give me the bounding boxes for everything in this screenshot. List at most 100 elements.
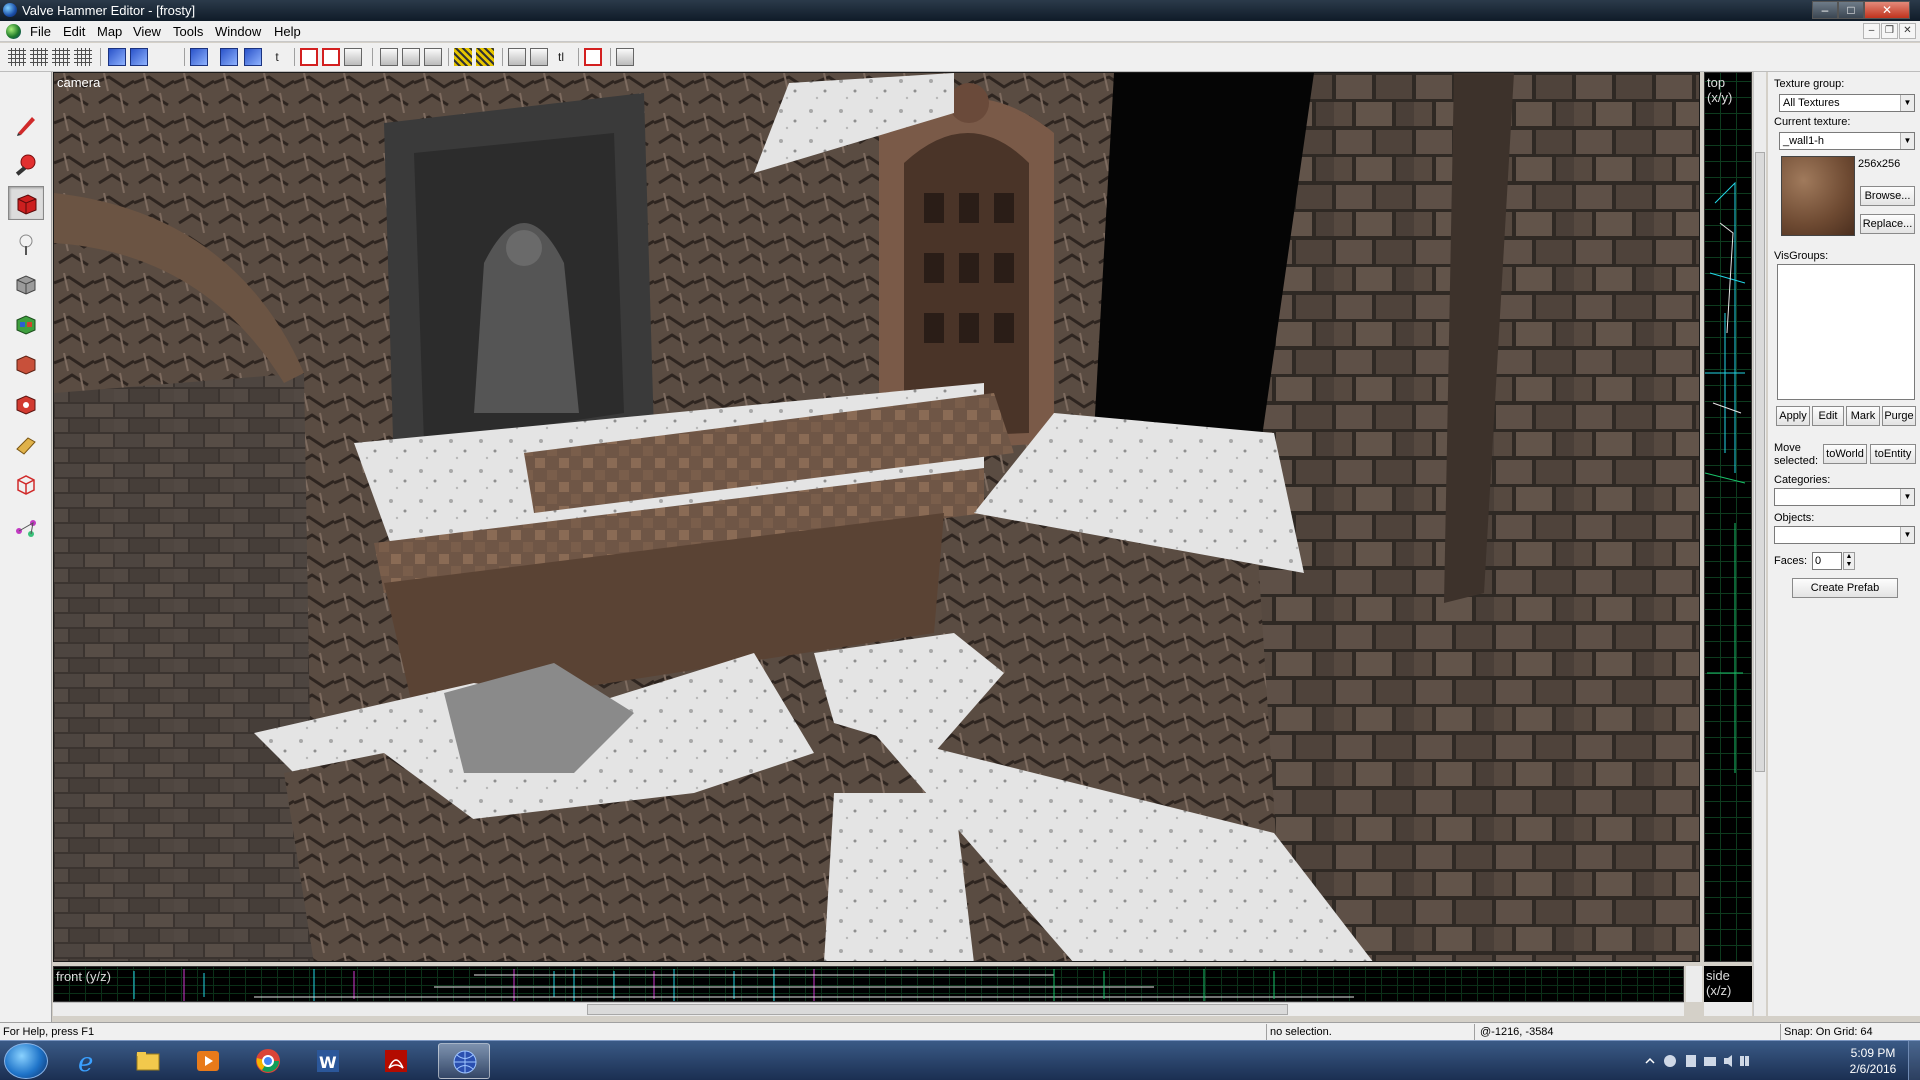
menu-window[interactable]: Window	[215, 24, 261, 39]
menu-help[interactable]: Help	[274, 24, 301, 39]
clock-date: 2/6/2016	[1849, 1062, 1897, 1076]
path-tool-button[interactable]	[8, 510, 44, 544]
redo-icon[interactable]	[322, 48, 340, 66]
mdi-minimize-button[interactable]: –	[1863, 23, 1880, 39]
move-selected-label-line2: selected:	[1774, 455, 1819, 467]
scrollbar-thumb[interactable]	[1755, 152, 1765, 772]
copy-selection-icon[interactable]	[402, 48, 420, 66]
check-map-icon[interactable]	[476, 48, 494, 66]
texture-lock-button[interactable]: t	[268, 48, 286, 66]
objects-dropdown[interactable]: ▼	[1774, 526, 1915, 544]
hide-objects-icon[interactable]	[190, 48, 208, 66]
window-maximize-button[interactable]: □	[1838, 1, 1864, 19]
undo-icon[interactable]	[300, 48, 318, 66]
visgroups-label: VisGroups:	[1774, 250, 1829, 262]
window-minimize-button[interactable]: –	[1812, 1, 1838, 19]
taskbar-acrobat[interactable]	[370, 1043, 422, 1079]
entity-report-icon[interactable]	[616, 48, 634, 66]
run-map-icon[interactable]	[584, 48, 602, 66]
select-box-icon[interactable]	[508, 48, 526, 66]
texture-lock-toggle[interactable]: tl	[552, 48, 570, 66]
camera-tool-button[interactable]	[8, 186, 44, 220]
show-desktop-button[interactable]	[1908, 1041, 1920, 1080]
texture-group-value: All Textures	[1783, 97, 1840, 109]
document-icon[interactable]	[6, 24, 21, 39]
faces-input[interactable]: 0	[1812, 552, 1842, 570]
main-toolbar: t tl	[0, 43, 1920, 72]
selection-tool-button[interactable]	[8, 108, 44, 142]
grid-toggle-icon[interactable]	[8, 48, 26, 66]
zoom-selection-icon[interactable]	[530, 48, 548, 66]
grid-3d-icon[interactable]	[30, 48, 48, 66]
faces-stepper[interactable]: ▲ ▼	[1843, 552, 1855, 570]
status-divider	[1780, 1024, 1781, 1040]
categories-dropdown[interactable]: ▼	[1774, 488, 1915, 506]
cut-icon[interactable]	[380, 48, 398, 66]
top-viewport[interactable]: top (x/y)	[1704, 72, 1752, 962]
side-view-horizontal-scrollbar[interactable]	[1704, 1002, 1752, 1016]
camera-viewport[interactable]: camera	[53, 72, 1700, 962]
browse-button[interactable]: Browse...	[1860, 186, 1915, 206]
vertex-tool-button[interactable]	[8, 468, 44, 502]
grid-larger-icon[interactable]	[74, 48, 92, 66]
front-view-horizontal-scrollbar[interactable]	[53, 1002, 1684, 1016]
window-close-button[interactable]: ✕	[1864, 1, 1910, 19]
status-bar: For Help, press F1 no selection. @-1216,…	[0, 1022, 1920, 1040]
texture-application-button[interactable]	[8, 308, 44, 342]
start-button[interactable]	[4, 1043, 48, 1079]
menu-file[interactable]: File	[30, 24, 51, 39]
edit-button[interactable]: Edit	[1812, 406, 1844, 426]
apply-texture-button[interactable]	[8, 348, 44, 382]
purge-button[interactable]: Purge	[1882, 406, 1916, 426]
mdi-close-button[interactable]: ✕	[1899, 23, 1916, 39]
mdi-restore-button[interactable]: ❐	[1881, 23, 1898, 39]
toolbar-separator	[448, 48, 449, 66]
hollow-icon[interactable]	[244, 48, 262, 66]
status-coordinates: @-1216, -3584	[1480, 1026, 1554, 1038]
menu-tools[interactable]: Tools	[173, 24, 203, 39]
taskbar-chrome[interactable]	[242, 1043, 294, 1079]
apply-button[interactable]: Apply	[1776, 406, 1810, 426]
menu-bar: File Edit Map View Tools Window Help – ❐…	[0, 21, 1920, 42]
taskbar-file-explorer[interactable]	[122, 1043, 174, 1079]
entity-tool-button[interactable]	[8, 228, 44, 262]
texture-group-dropdown[interactable]: All Textures ▼	[1779, 94, 1915, 112]
status-divider	[1266, 1024, 1267, 1040]
decal-tool-button[interactable]	[8, 388, 44, 422]
menu-view[interactable]: View	[133, 24, 161, 39]
front-view-vertical-scrollbar[interactable]	[1686, 966, 1702, 1002]
categories-label: Categories:	[1774, 474, 1831, 486]
front-viewport[interactable]: front (y/z)	[53, 966, 1684, 1002]
block-tool-button[interactable]	[8, 268, 44, 302]
map-compile-icon[interactable]	[454, 48, 472, 66]
to-entity-button[interactable]: toEntity	[1870, 444, 1916, 464]
create-prefab-button[interactable]: Create Prefab	[1792, 578, 1898, 598]
chevron-down-icon: ▼	[1900, 133, 1914, 149]
taskbar-media-player[interactable]	[182, 1043, 234, 1079]
magnify-tool-button[interactable]	[8, 148, 44, 182]
clipping-tool-button[interactable]	[8, 428, 44, 462]
visgroups-list[interactable]	[1777, 264, 1915, 400]
paste-icon[interactable]	[424, 48, 442, 66]
to-world-button[interactable]: toWorld	[1823, 444, 1867, 464]
copy-icon[interactable]	[344, 48, 362, 66]
taskbar-word[interactable]: W	[302, 1043, 354, 1079]
mark-button[interactable]: Mark	[1846, 406, 1880, 426]
carve-icon[interactable]	[220, 48, 238, 66]
menu-edit[interactable]: Edit	[63, 24, 85, 39]
grid-smaller-icon[interactable]	[52, 48, 70, 66]
clock[interactable]: 5:09 PM 2/6/2016	[1838, 1045, 1908, 1077]
menu-map[interactable]: Map	[97, 24, 122, 39]
tray-icons[interactable]	[1644, 1053, 1754, 1069]
scrollbar-thumb[interactable]	[587, 1004, 1288, 1015]
taskbar-hammer-editor[interactable]	[438, 1043, 490, 1079]
texture-preview[interactable]	[1781, 156, 1855, 236]
current-texture-dropdown[interactable]: _wall1-h ▼	[1779, 132, 1915, 150]
top-view-vertical-scrollbar[interactable]	[1753, 72, 1766, 1016]
taskbar-internet-explorer[interactable]: e	[62, 1043, 114, 1079]
top-view-label: top (x/y)	[1707, 75, 1733, 105]
side-viewport[interactable]: side (x/z)	[1704, 966, 1752, 1002]
ungroup-icon[interactable]	[130, 48, 148, 66]
group-icon[interactable]	[108, 48, 126, 66]
replace-button[interactable]: Replace...	[1860, 214, 1915, 234]
